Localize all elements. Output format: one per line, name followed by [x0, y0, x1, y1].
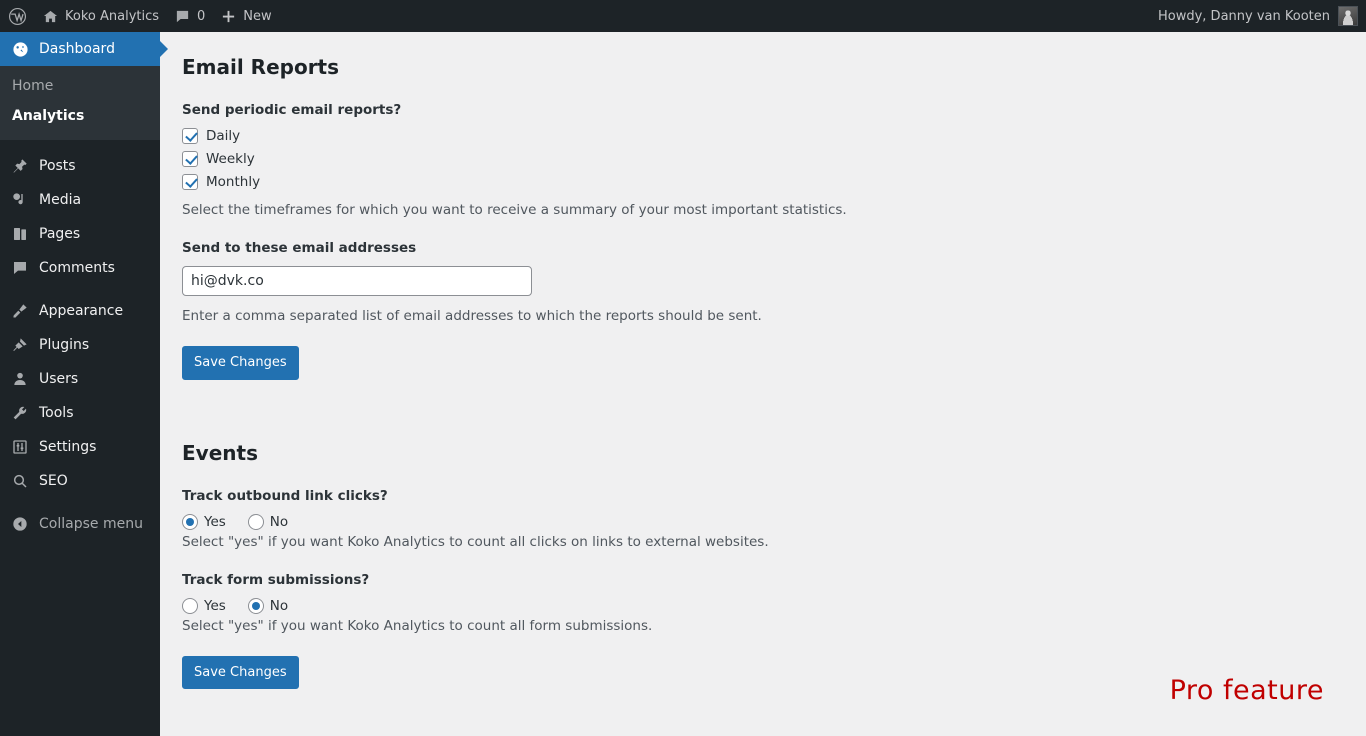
- periodic-reports-label: Send periodic email reports?: [182, 102, 402, 118]
- collapse-menu-button[interactable]: Collapse menu: [0, 507, 160, 541]
- new-content-label: New: [243, 8, 272, 24]
- pages-icon: [10, 224, 30, 244]
- outbound-clicks-label: Track outbound link clicks?: [182, 487, 388, 504]
- checkbox-daily[interactable]: Daily: [182, 128, 1346, 144]
- avatar: [1338, 6, 1358, 26]
- form-submissions-radio-group: Yes No: [182, 597, 1346, 614]
- sidebar-item-label: Tools: [39, 405, 74, 422]
- save-changes-button-events[interactable]: Save Changes: [182, 655, 299, 689]
- wordpress-logo-icon: [8, 7, 27, 26]
- checkbox-monthly-label: Monthly: [206, 174, 261, 190]
- sliders-icon: [10, 437, 30, 457]
- comments-count: 0: [197, 8, 206, 24]
- form-submissions-label: Track form submissions?: [182, 571, 370, 588]
- form-submissions-help-text: Select "yes" if you want Koko Analytics …: [182, 617, 653, 634]
- admin-sidebar: Dashboard Home Analytics Posts Media Pag…: [0, 32, 168, 736]
- save-changes-button-email[interactable]: Save Changes: [182, 346, 299, 380]
- submenu-item-analytics[interactable]: Analytics: [0, 102, 160, 132]
- email-addresses-label: Send to these email addresses: [182, 240, 417, 256]
- radio-forms-yes-dot[interactable]: [182, 597, 198, 614]
- sidebar-item-label: SEO: [39, 473, 68, 490]
- pro-feature-annotation: Pro feature: [1169, 675, 1324, 706]
- sidebar-item-appearance[interactable]: Appearance: [0, 294, 160, 328]
- comment-bubble-icon: [10, 258, 30, 278]
- submenu-item-home[interactable]: Home: [0, 72, 160, 102]
- dashboard-gauge-icon: [10, 39, 30, 59]
- radio-forms-no-dot[interactable]: [247, 597, 264, 614]
- sidebar-item-label: Pages: [39, 226, 81, 243]
- radio-forms-yes-label: Yes: [204, 597, 226, 614]
- sidebar-item-settings[interactable]: Settings: [0, 430, 160, 464]
- sidebar-item-label: Plugins: [39, 337, 90, 354]
- sidebar-item-comments[interactable]: Comments: [0, 251, 160, 285]
- frequency-checkbox-group: Daily Weekly Monthly: [182, 128, 1346, 190]
- plus-icon: [221, 9, 236, 24]
- site-name-menu[interactable]: Koko Analytics: [35, 0, 167, 32]
- sidebar-item-users[interactable]: Users: [0, 362, 160, 396]
- radio-outbound-no-label: No: [269, 513, 289, 530]
- radio-forms-yes[interactable]: Yes: [182, 597, 226, 614]
- comment-bubble-icon: [175, 9, 190, 24]
- paintbrush-icon: [10, 301, 30, 321]
- checkbox-daily-box[interactable]: [182, 128, 198, 144]
- radio-outbound-yes-label: Yes: [204, 513, 226, 530]
- collapse-menu-label: Collapse menu: [39, 516, 143, 533]
- outbound-clicks-help-text: Select "yes" if you want Koko Analytics …: [182, 533, 769, 550]
- wordpress-logo-button[interactable]: [0, 0, 35, 32]
- sidebar-item-dashboard[interactable]: Dashboard: [0, 32, 168, 66]
- sidebar-item-seo[interactable]: SEO: [0, 464, 160, 498]
- sidebar-item-pages[interactable]: Pages: [0, 217, 160, 251]
- email-addresses-input[interactable]: [182, 266, 532, 296]
- sidebar-item-plugins[interactable]: Plugins: [0, 328, 160, 362]
- comments-bubble-button[interactable]: 0: [167, 0, 213, 32]
- checkbox-monthly[interactable]: Monthly: [182, 174, 1346, 190]
- sidebar-item-label: Dashboard: [39, 41, 115, 57]
- radio-outbound-no[interactable]: No: [247, 513, 289, 530]
- menu-separator: [0, 498, 160, 507]
- sidebar-item-label: Settings: [39, 439, 97, 456]
- sidebar-item-label: Comments: [39, 260, 115, 277]
- email-addresses-help-text: Enter a comma separated list of email ad…: [182, 308, 762, 324]
- new-content-button[interactable]: New: [213, 0, 279, 32]
- pin-icon: [10, 156, 30, 176]
- radio-outbound-no-dot[interactable]: [247, 513, 264, 530]
- collapse-arrow-icon: [10, 514, 30, 534]
- plug-icon: [10, 335, 30, 355]
- checkbox-weekly[interactable]: Weekly: [182, 151, 1346, 167]
- sidebar-item-tools[interactable]: Tools: [0, 396, 160, 430]
- checkbox-daily-label: Daily: [206, 128, 241, 144]
- dashboard-submenu: Home Analytics: [0, 66, 160, 141]
- checkbox-monthly-box[interactable]: [182, 174, 198, 190]
- howdy-label: Howdy, Danny van Kooten: [1157, 8, 1330, 24]
- sidebar-item-label: Appearance: [39, 303, 124, 320]
- radio-outbound-yes[interactable]: Yes: [182, 513, 226, 530]
- radio-outbound-yes-dot[interactable]: [182, 513, 198, 530]
- sidebar-item-label: Posts: [39, 158, 76, 175]
- account-menu[interactable]: Howdy, Danny van Kooten: [1158, 6, 1366, 26]
- sidebar-item-posts[interactable]: Posts: [0, 149, 160, 183]
- site-name-label: Koko Analytics: [65, 8, 160, 24]
- main-content: Email Reports Send periodic email report…: [160, 32, 1366, 736]
- sidebar-item-media[interactable]: Media: [0, 183, 160, 217]
- home-icon: [43, 9, 58, 24]
- email-reports-title: Email Reports: [182, 55, 340, 79]
- search-icon: [10, 471, 30, 491]
- events-title: Events: [182, 440, 258, 465]
- checkbox-weekly-label: Weekly: [206, 151, 255, 167]
- sidebar-item-label: Users: [39, 371, 79, 388]
- menu-separator: [0, 285, 160, 294]
- admin-bar: Koko Analytics 0 New Howdy, Danny van Ko…: [0, 0, 1366, 32]
- menu-separator: [0, 140, 160, 149]
- checkbox-weekly-box[interactable]: [182, 151, 198, 167]
- sidebar-item-label: Media: [39, 192, 82, 209]
- radio-forms-no-label: No: [269, 597, 289, 614]
- outbound-clicks-radio-group: Yes No: [182, 513, 1346, 530]
- radio-forms-no[interactable]: No: [247, 597, 289, 614]
- frequencies-help-text: Select the timeframes for which you want…: [182, 202, 847, 218]
- media-icon: [10, 190, 30, 210]
- user-icon: [10, 369, 30, 389]
- wrench-icon: [10, 403, 30, 423]
